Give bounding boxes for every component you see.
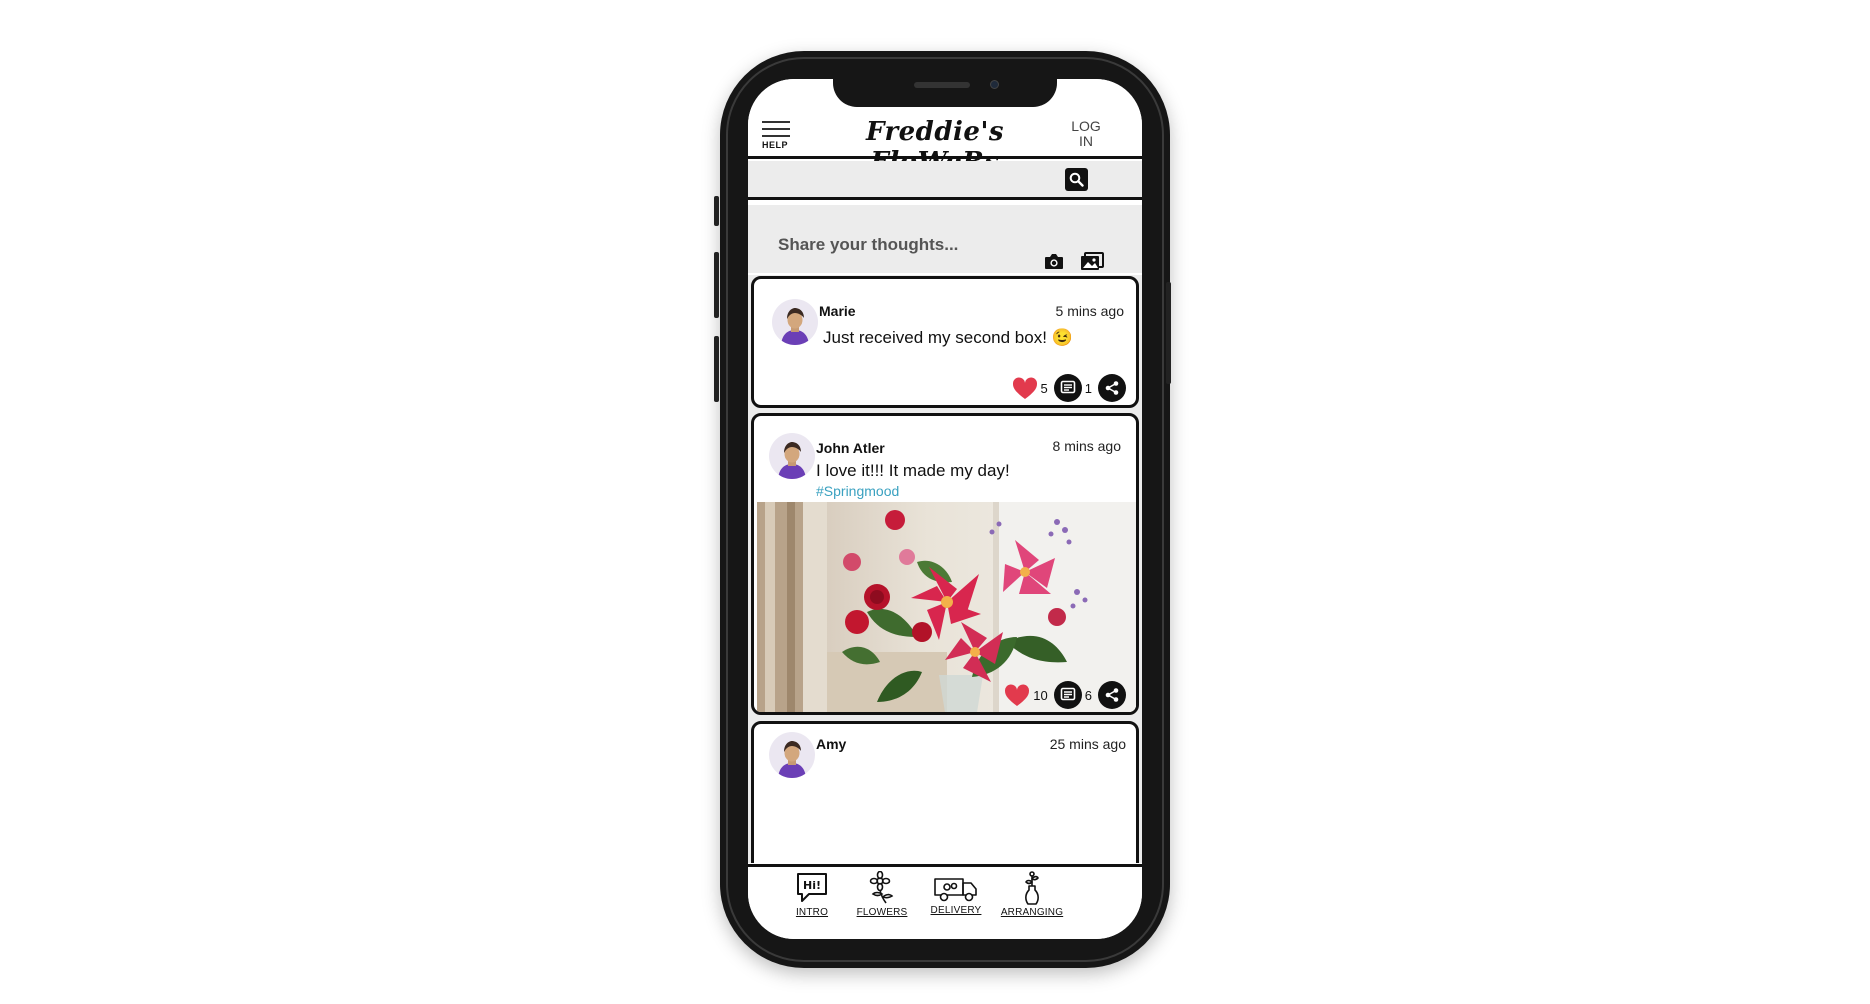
like-button[interactable]: 5 xyxy=(1012,376,1048,400)
user-avatar-icon xyxy=(778,442,806,479)
post-composer xyxy=(748,205,1142,273)
post-author[interactable]: John Atler xyxy=(816,440,885,456)
like-count: 5 xyxy=(1040,380,1048,396)
comment-count: 1 xyxy=(1084,380,1092,396)
heart-icon xyxy=(1012,376,1037,399)
post-author[interactable]: Marie xyxy=(819,303,856,319)
app-screen: HELP Freddie's FloWeRs LOG IN xyxy=(748,79,1142,939)
phone-front-camera xyxy=(990,80,999,89)
like-count: 10 xyxy=(1033,687,1048,703)
share-icon xyxy=(1105,381,1119,395)
tab-label: INTRO xyxy=(795,907,829,918)
post-hashtag[interactable]: #Springmood xyxy=(816,483,899,499)
help-label: HELP xyxy=(762,140,789,150)
share-button[interactable] xyxy=(1098,681,1126,709)
heart-icon xyxy=(1005,683,1030,706)
post-card: Marie 5 mins ago Just received my second… xyxy=(751,276,1139,408)
tab-flowers[interactable]: FLOWERS xyxy=(846,871,918,929)
post-timestamp: 25 mins ago xyxy=(1049,736,1126,752)
hamburger-menu-icon xyxy=(762,121,794,137)
search-icon xyxy=(1069,172,1084,187)
post-actions: 10 6 xyxy=(1004,681,1126,709)
bottom-tab-bar: Hi! INTRO FLOWERS DELIVERY ARRANGING xyxy=(748,864,1142,939)
share-thoughts-input[interactable] xyxy=(778,235,988,255)
post-actions: 5 1 xyxy=(1012,374,1126,402)
like-button[interactable]: 10 xyxy=(1004,683,1048,707)
stage: HELP Freddie's FloWeRs LOG IN xyxy=(0,0,1870,1004)
tab-arranging[interactable]: ARRANGING xyxy=(996,871,1068,929)
brand-logo: Freddie's FloWeRs xyxy=(865,117,1005,177)
delivery-van-icon xyxy=(934,878,977,902)
comment-icon xyxy=(1060,380,1076,394)
post-card: Amy 25 mins ago xyxy=(751,721,1139,863)
share-icon xyxy=(1105,688,1119,702)
login-button[interactable]: LOG IN xyxy=(1064,119,1108,149)
search-bar xyxy=(748,161,1142,200)
post-timestamp: 5 mins ago xyxy=(1055,303,1124,319)
tab-label: FLOWERS xyxy=(856,907,908,918)
comment-icon xyxy=(1060,687,1076,701)
speech-bubble-hi-icon: Hi! xyxy=(797,873,827,902)
comment-button[interactable]: 1 xyxy=(1053,374,1092,402)
search-button[interactable] xyxy=(1065,168,1088,191)
svg-text:Hi!: Hi! xyxy=(803,879,821,892)
tab-delivery[interactable]: DELIVERY xyxy=(920,871,992,929)
comment-count: 6 xyxy=(1084,687,1092,703)
avatar xyxy=(772,299,818,345)
post-text: I love it!!! It made my day! xyxy=(816,461,1010,480)
post-card: John Atler 8 mins ago I love it!!! It ma… xyxy=(751,413,1139,715)
phone-speaker xyxy=(914,82,970,88)
flower-icon xyxy=(869,871,894,904)
tab-intro[interactable]: Hi! INTRO xyxy=(776,871,848,929)
phone-volume-up xyxy=(714,252,719,318)
avatar xyxy=(769,433,815,479)
tab-label: ARRANGING xyxy=(1000,907,1064,918)
post-author[interactable]: Amy xyxy=(816,736,846,752)
user-avatar-icon xyxy=(781,308,809,345)
comment-button[interactable]: 6 xyxy=(1053,681,1092,709)
phone-silent-switch xyxy=(714,196,719,226)
image-gallery-icon[interactable] xyxy=(1080,252,1104,271)
avatar xyxy=(769,732,815,778)
tab-label: DELIVERY xyxy=(930,905,982,916)
post-feed: Marie 5 mins ago Just received my second… xyxy=(748,275,1142,863)
post-timestamp: 8 mins ago xyxy=(1052,438,1121,454)
vase-icon xyxy=(1025,871,1039,905)
share-button[interactable] xyxy=(1098,374,1126,402)
phone-power-button xyxy=(1166,282,1171,384)
camera-icon[interactable] xyxy=(1044,253,1064,270)
phone-volume-down xyxy=(714,336,719,402)
post-text: Just received my second box! 😉 xyxy=(823,328,1073,347)
user-avatar-icon xyxy=(778,741,806,778)
